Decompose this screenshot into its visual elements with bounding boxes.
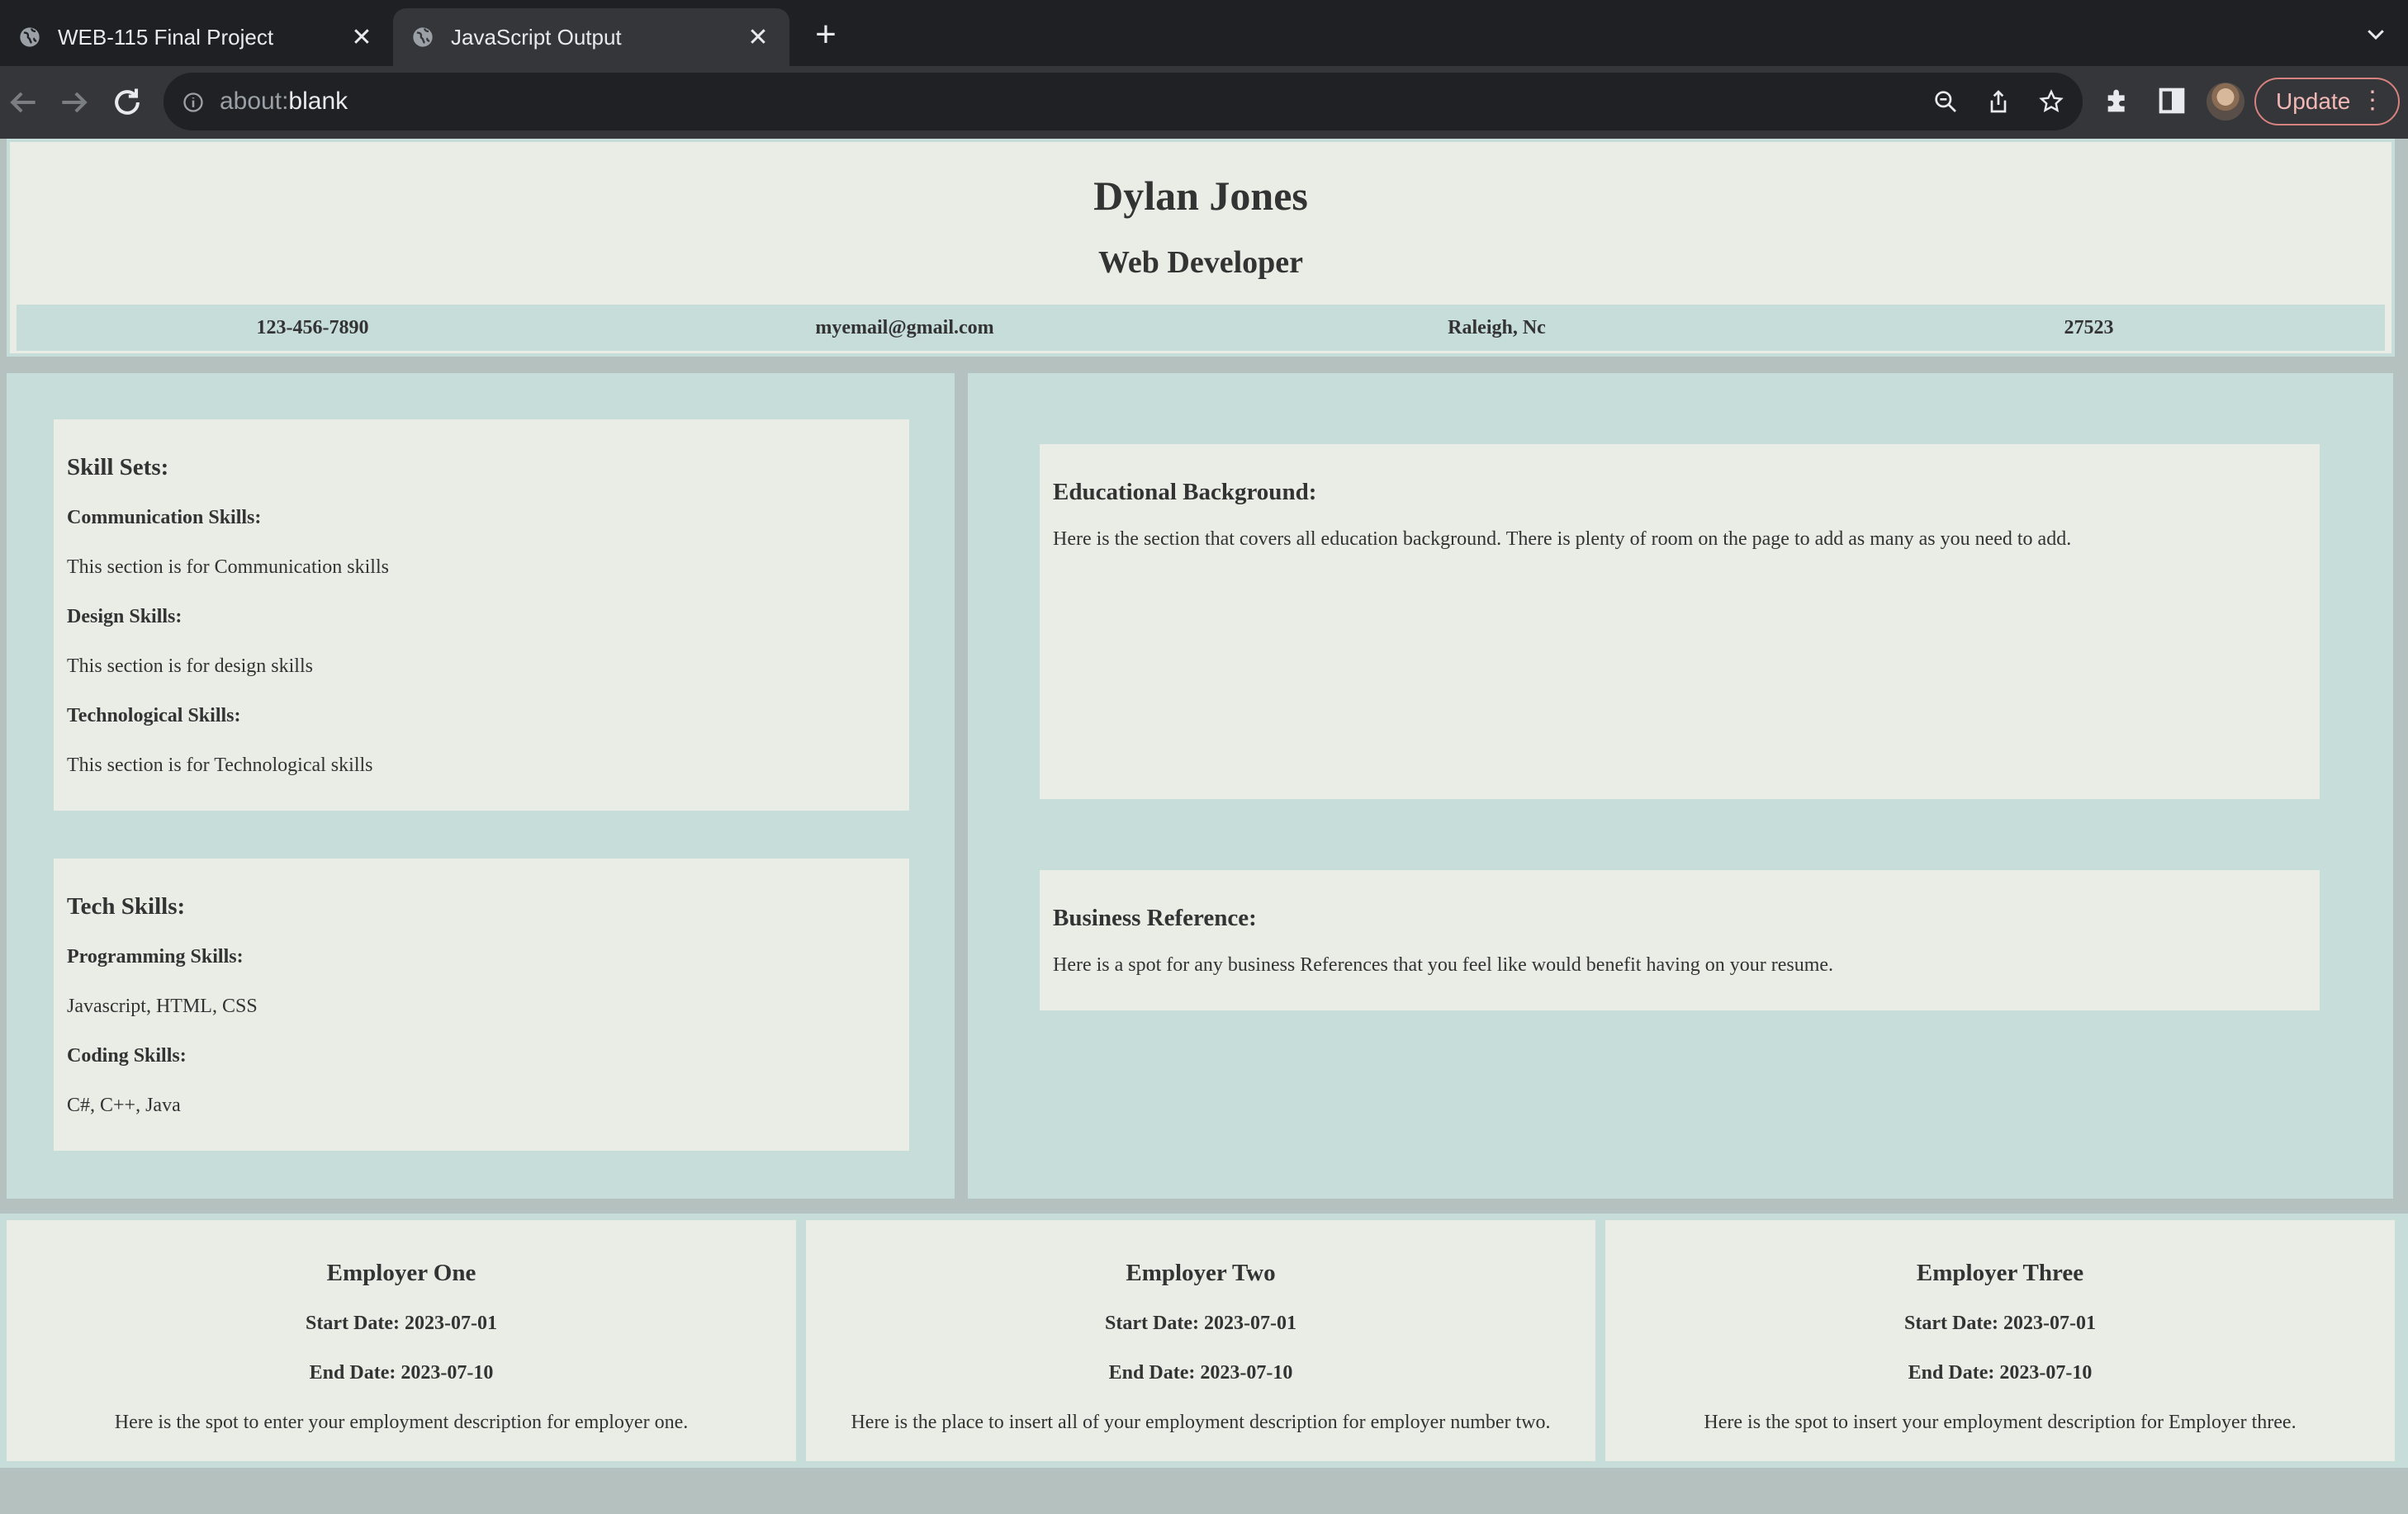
tech-skills-heading: Tech Skills: xyxy=(67,893,186,920)
resume-page: Dylan Jones Web Developer 123-456-7890 m… xyxy=(0,139,2408,1514)
address-bar[interactable]: about:blank xyxy=(164,73,2083,130)
employer-card: Employer One Start Date: 2023-07-01 End … xyxy=(7,1220,796,1461)
skill-group-title: Technological Skills: xyxy=(67,705,241,726)
update-label: Update xyxy=(2276,88,2351,114)
business-reference-text: Here is a spot for any business Referenc… xyxy=(1053,954,1834,976)
employer-description: Here is the place to insert all of your … xyxy=(851,1412,1551,1433)
back-arrow-icon[interactable] xyxy=(5,84,41,121)
right-column: Educational Background: Here is the sect… xyxy=(968,373,2393,1199)
tab-strip: WEB-115 Final Project ✕ JavaScript Outpu… xyxy=(0,0,2408,66)
tech-group-title: Coding Skills: xyxy=(67,1045,187,1067)
close-icon[interactable]: ✕ xyxy=(348,23,375,52)
skill-sets-card: Skill Sets: Communication Skills: This s… xyxy=(54,419,909,811)
forward-arrow-icon[interactable] xyxy=(56,84,92,121)
employer-description: Here is the spot to enter your employmen… xyxy=(114,1412,689,1433)
employer-name: Employer Two xyxy=(1126,1260,1276,1286)
contact-zip: 27523 xyxy=(2064,317,2114,338)
tab-web115-final-project[interactable]: WEB-115 Final Project ✕ xyxy=(0,8,393,66)
skill-group-text: This section is for design skills xyxy=(67,655,313,677)
resume-title: Web Developer xyxy=(1097,245,1303,280)
globe-icon xyxy=(20,27,40,47)
resume-name: Dylan Jones xyxy=(1093,173,1308,219)
update-button[interactable]: Update ⋮ xyxy=(2254,78,2400,125)
info-icon[interactable] xyxy=(182,91,205,114)
address-path: blank xyxy=(288,88,348,115)
tech-group-text: Javascript, HTML, CSS xyxy=(67,996,258,1017)
tech-group-title: Programming Skills: xyxy=(67,946,244,968)
reload-icon[interactable] xyxy=(109,84,145,121)
skill-group-text: This section is for Communication skills xyxy=(67,556,389,578)
business-reference-card: Business Reference: Here is a spot for a… xyxy=(1040,870,2320,1010)
side-panel-icon[interactable] xyxy=(2155,84,2188,117)
employer-name: Employer Three xyxy=(1916,1260,2084,1286)
close-icon[interactable]: ✕ xyxy=(745,23,771,52)
extensions-puzzle-icon[interactable] xyxy=(2102,84,2135,117)
employer-description: Here is the spot to insert your employme… xyxy=(1704,1412,2297,1433)
education-card: Educational Background: Here is the sect… xyxy=(1040,444,2320,799)
address-text[interactable]: about:blank xyxy=(220,86,348,117)
tab-title: JavaScript Output xyxy=(451,24,622,50)
left-column: Skill Sets: Communication Skills: This s… xyxy=(7,373,955,1199)
employer-name: Employer One xyxy=(326,1260,476,1286)
address-scheme: about: xyxy=(220,88,289,115)
new-tab-button[interactable]: + xyxy=(809,17,842,54)
employer-start-date: Start Date: 2023-07-01 xyxy=(306,1313,497,1334)
education-text: Here is the section that covers all educ… xyxy=(1053,528,2072,550)
browser-toolbar: about:blank Update ⋮ xyxy=(0,66,2408,139)
business-reference-heading: Business Reference: xyxy=(1053,905,1257,931)
star-icon[interactable] xyxy=(2038,88,2064,115)
education-heading: Educational Background: xyxy=(1053,479,1317,505)
tab-title: WEB-115 Final Project xyxy=(58,24,274,50)
contact-email: myemail@gmail.com xyxy=(815,317,994,338)
resume-header: Dylan Jones Web Developer 123-456-7890 m… xyxy=(7,139,2395,357)
skill-group-title: Communication Skills: xyxy=(67,507,262,528)
chevron-down-icon[interactable] xyxy=(2363,21,2388,46)
more-menu-icon[interactable]: ⋮ xyxy=(2360,79,2385,122)
share-icon[interactable] xyxy=(1985,88,2012,115)
contact-bar: 123-456-7890 myemail@gmail.com Raleigh, … xyxy=(17,305,2385,351)
zoom-icon[interactable] xyxy=(1932,88,1959,115)
tab-javascript-output[interactable]: JavaScript Output ✕ xyxy=(393,8,789,66)
tech-group-text: C#, C++, Java xyxy=(67,1095,181,1116)
skill-sets-heading: Skill Sets: xyxy=(67,454,169,480)
employer-start-date: Start Date: 2023-07-01 xyxy=(1105,1313,1296,1334)
employer-card: Employer Three Start Date: 2023-07-01 En… xyxy=(1605,1220,2395,1461)
employer-end-date: End Date: 2023-07-10 xyxy=(309,1362,494,1384)
skill-group-text: This section is for Technological skills xyxy=(67,755,373,776)
employer-end-date: End Date: 2023-07-10 xyxy=(1908,1362,2093,1384)
tech-skills-card: Tech Skills: Programming Skills: Javascr… xyxy=(54,859,909,1151)
contact-phone: 123-456-7890 xyxy=(256,317,369,338)
profile-avatar[interactable] xyxy=(2207,83,2244,121)
contact-location: Raleigh, Nc xyxy=(1448,317,1546,338)
skill-group-title: Design Skills: xyxy=(67,606,182,627)
globe-icon xyxy=(413,27,433,47)
employer-end-date: End Date: 2023-07-10 xyxy=(1108,1362,1293,1384)
employment-section: Employer One Start Date: 2023-07-01 End … xyxy=(0,1214,2408,1468)
employer-card: Employer Two Start Date: 2023-07-01 End … xyxy=(806,1220,1595,1461)
employer-start-date: Start Date: 2023-07-01 xyxy=(1904,1313,2096,1334)
